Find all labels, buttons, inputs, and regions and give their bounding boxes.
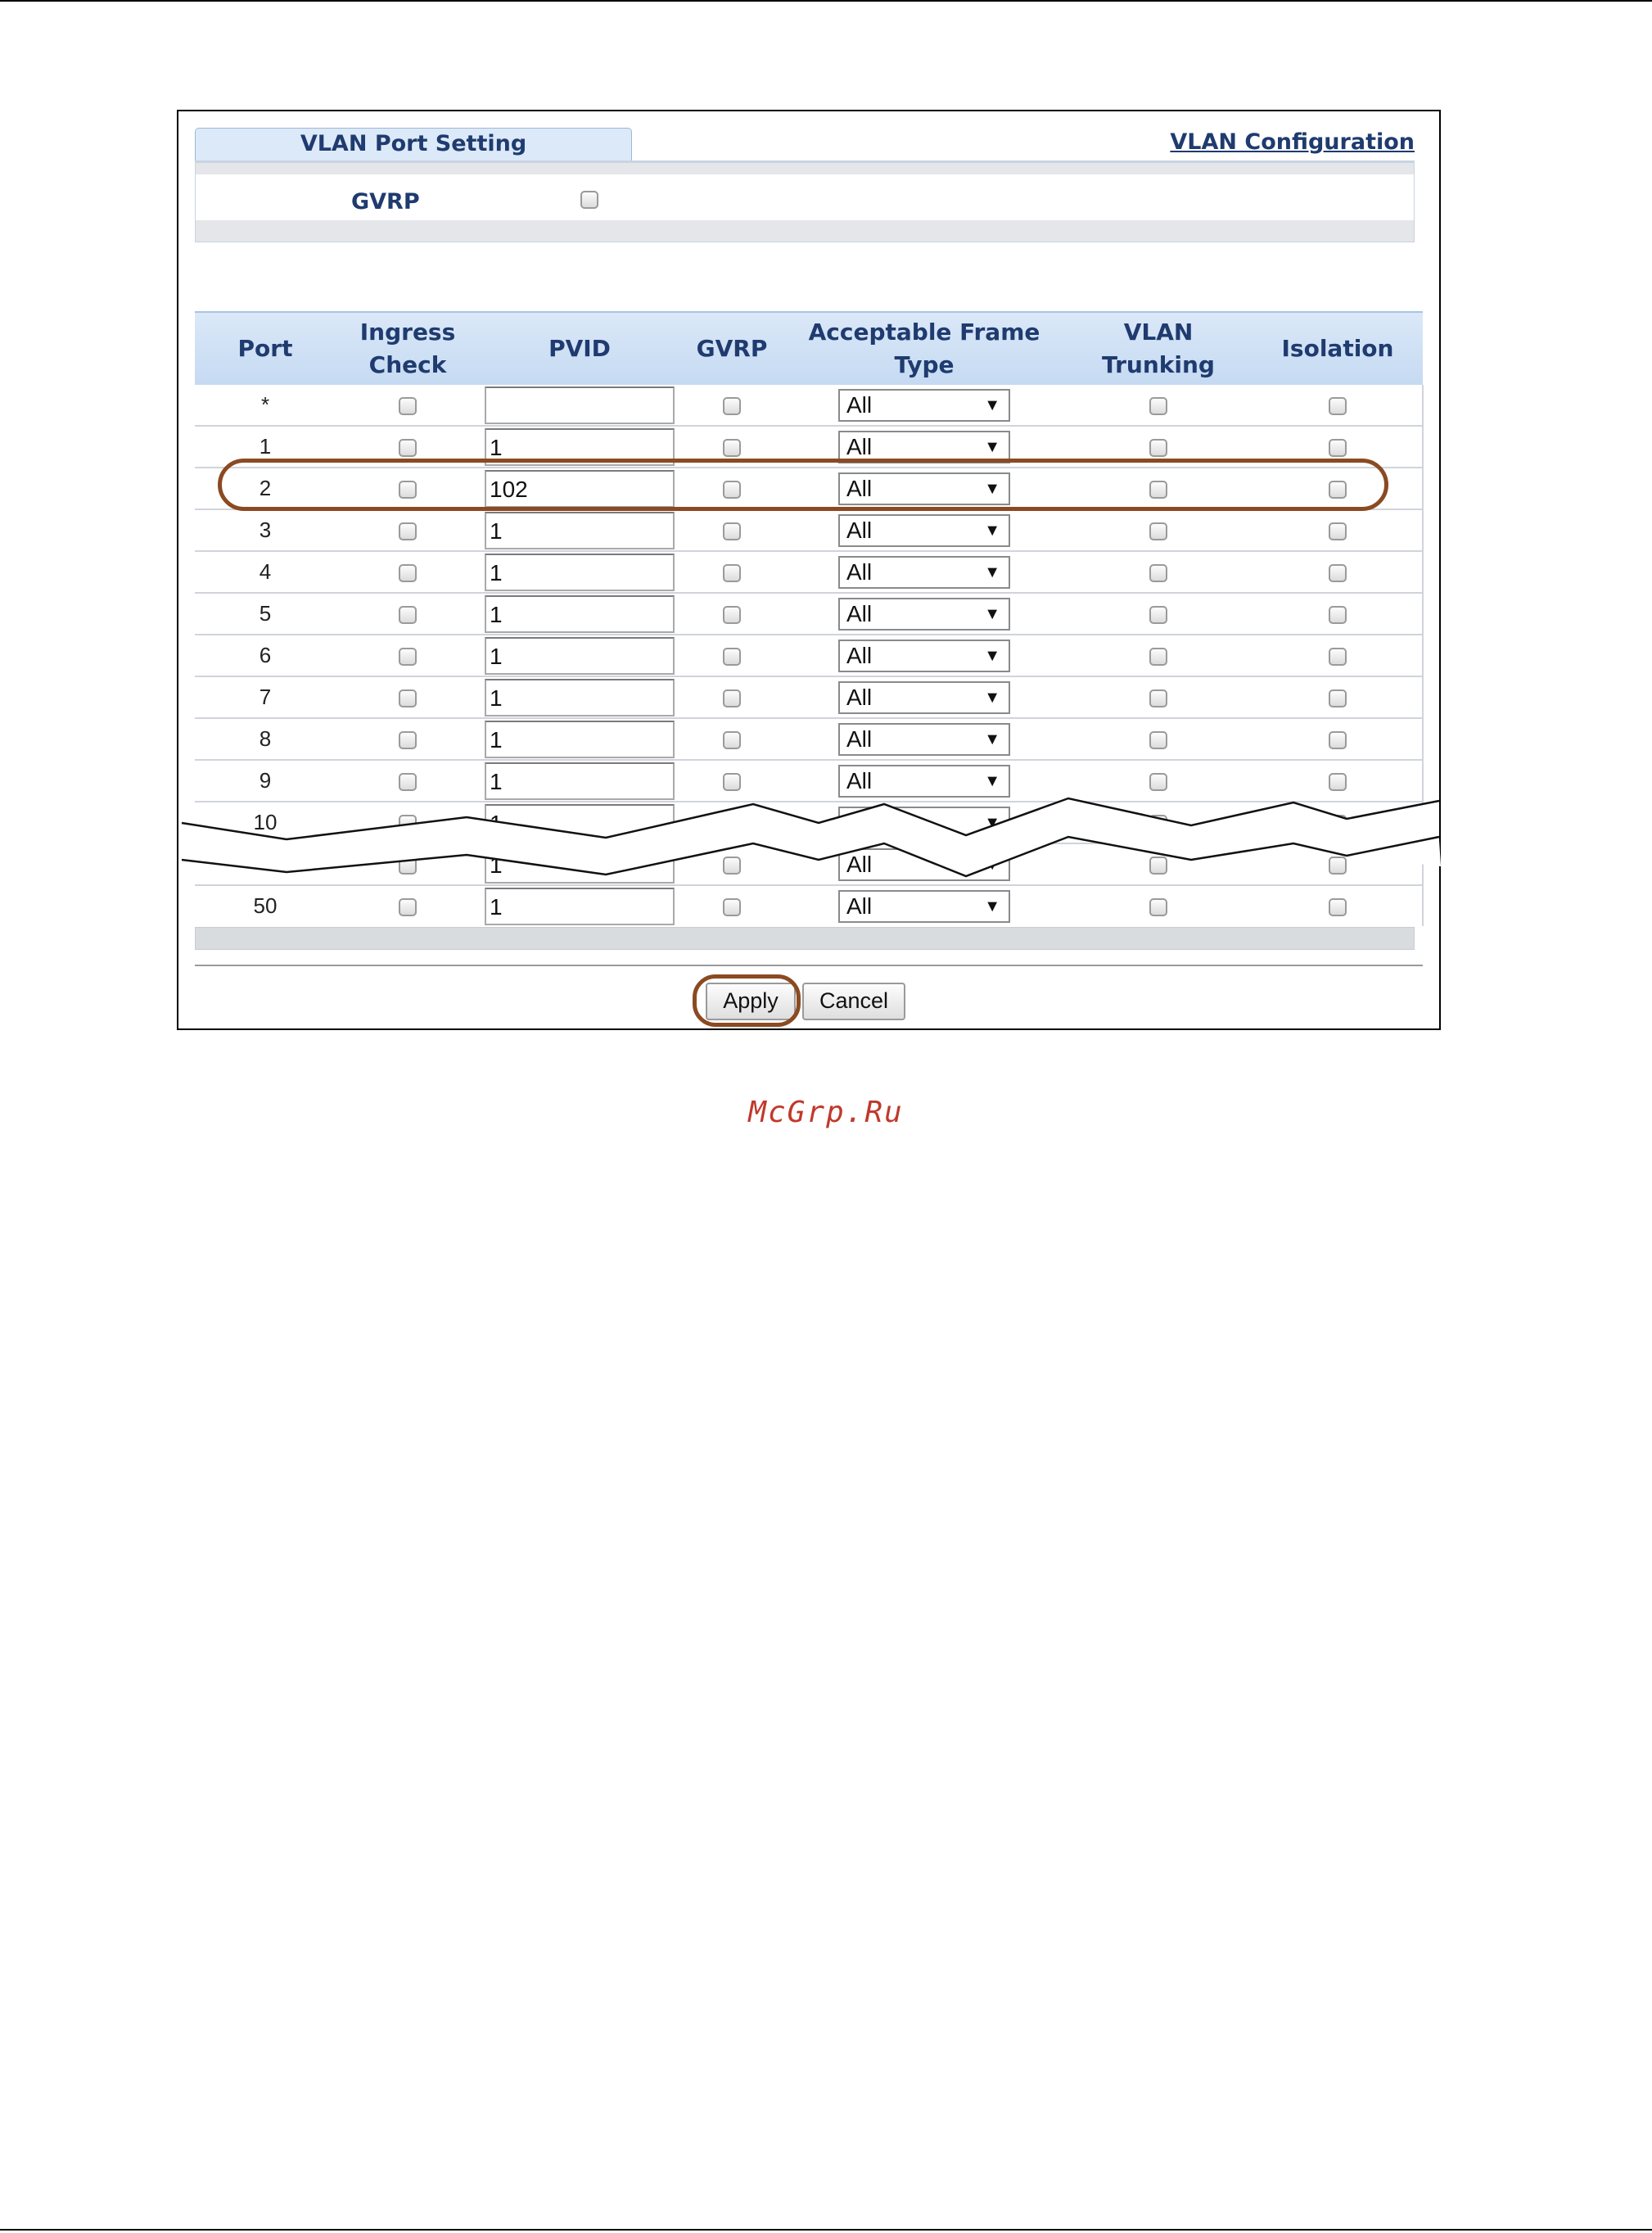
- watermark: McGrp.Ru: [748, 1096, 904, 1129]
- apply-button[interactable]: Apply: [706, 983, 796, 1020]
- table-footer-stripe: [195, 927, 1415, 950]
- gvrp-checkbox[interactable]: [723, 898, 741, 917]
- bottom-page-rule: [0, 2229, 1652, 2231]
- vlan-trunking-checkbox[interactable]: [1149, 898, 1167, 917]
- table-break-symbol: [181, 797, 1441, 878]
- ingress-check-checkbox[interactable]: [399, 898, 417, 917]
- cancel-button[interactable]: Cancel: [802, 983, 905, 1020]
- footer-divider: [195, 965, 1423, 966]
- isolation-checkbox[interactable]: [1328, 898, 1347, 917]
